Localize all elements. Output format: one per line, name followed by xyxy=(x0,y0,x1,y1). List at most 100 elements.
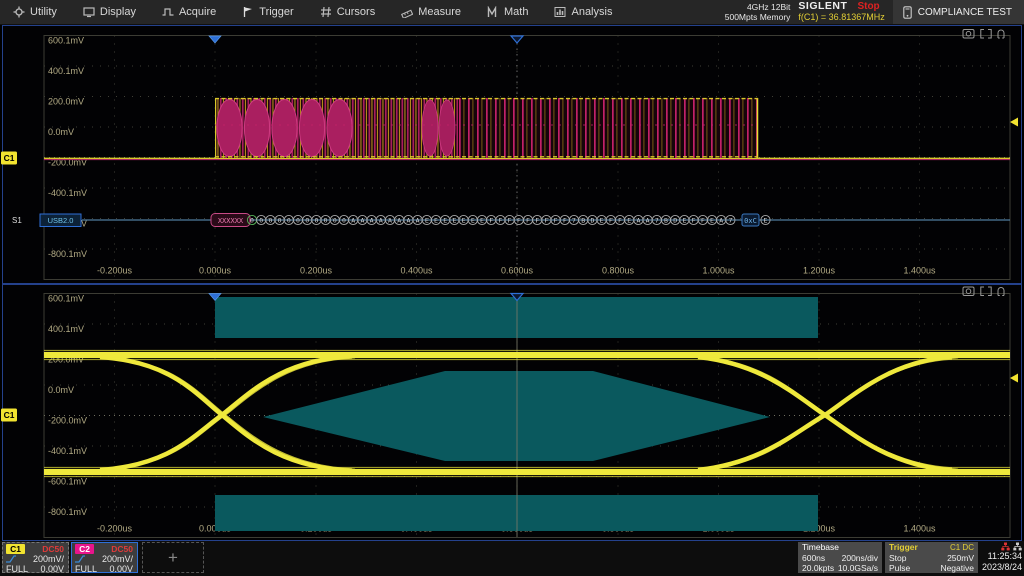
c1-zero-marker[interactable]: C1 xyxy=(1,409,17,422)
waveform-plot: 600.1mV400.1mV200.0mV0.0mV-200.0mV-400.1… xyxy=(0,26,1024,284)
channel-box-c2[interactable]: C2DC50 200mV/ FULL0.00V xyxy=(71,542,138,573)
history-icon[interactable] xyxy=(998,288,1004,296)
c1-badge: C1 xyxy=(6,544,25,554)
run-state[interactable]: Stop xyxy=(857,1,879,12)
decode-start-text: XXXXXX xyxy=(218,217,244,225)
delay-reference-marker[interactable] xyxy=(511,36,523,43)
acquire-icon xyxy=(162,6,174,18)
network-icon-red xyxy=(1001,542,1010,551)
clock-time: 11:25:34 xyxy=(978,551,1022,562)
y-axis-label: 200.0mV xyxy=(48,97,84,107)
x-axis-label: 0.800us xyxy=(602,266,635,276)
decode-char: 7 xyxy=(728,217,732,225)
brand-block: SIGLENT Stop f(C1) = 36.81367MHz xyxy=(798,1,884,23)
trigger-box[interactable]: TriggerC1 DC Stop250mV PulseNegative xyxy=(885,542,978,573)
menu-label: Utility xyxy=(30,6,57,18)
decode-char: 7 xyxy=(655,217,659,225)
y-axis-label: 400.1mV xyxy=(48,324,84,334)
menu-cursors[interactable]: Cursors xyxy=(307,0,389,24)
c2-badge: C2 xyxy=(75,544,94,554)
timebase-points: 20.0kpts xyxy=(802,563,834,573)
trigger-slope: Negative xyxy=(940,563,974,573)
plus-icon: + xyxy=(168,548,178,568)
decode-char: A xyxy=(351,217,355,225)
c2-bandwidth: FULL xyxy=(75,564,97,574)
decode-char: F xyxy=(535,217,539,225)
decode-char: F xyxy=(489,217,493,225)
menu-display[interactable]: Display xyxy=(70,0,149,24)
decode-char: A xyxy=(719,217,723,225)
trigger-level-arrow[interactable] xyxy=(1010,118,1018,127)
menu-math[interactable]: Math xyxy=(474,0,541,24)
menu-measure[interactable]: Measure xyxy=(388,0,474,24)
decode-bus-name: USB2.0 xyxy=(48,216,74,225)
decode-char: F xyxy=(554,217,558,225)
y-axis-label: -800.1mV xyxy=(48,507,87,517)
decode-char: 0 xyxy=(305,217,309,225)
decode-char: 0 xyxy=(314,217,318,225)
decode-char: 0 xyxy=(296,217,300,225)
frequency-counter: f(C1) = 36.81367MHz xyxy=(798,12,884,23)
serial-decode-row: S1 USB2.0 XXXXXX 00000000000AAAAAAAAEEEE… xyxy=(12,214,1010,227)
trigger-flag-icon xyxy=(242,6,254,18)
expand-icon[interactable] xyxy=(981,287,991,296)
menu-analysis[interactable]: Analysis xyxy=(541,0,625,24)
y-axis-label: -200.0mV xyxy=(48,416,87,426)
trigger-type: Pulse xyxy=(889,563,910,573)
trigger-position-marker[interactable] xyxy=(209,36,221,43)
compliance-test-button[interactable]: COMPLIANCE TEST xyxy=(893,0,1024,24)
decode-char: D xyxy=(673,217,677,225)
decode-char: E xyxy=(443,217,447,225)
decode-char: F xyxy=(544,217,548,225)
brand-logo: SIGLENT xyxy=(798,1,847,12)
menu-acquire[interactable]: Acquire xyxy=(149,0,229,24)
y-axis-label: -800.1mV xyxy=(48,249,87,259)
timebase-rate: 10.0GSa/s xyxy=(838,563,878,573)
menu-bar: Utility Display Acquire Trigger Cursors … xyxy=(0,0,1024,25)
add-channel-button[interactable]: + xyxy=(142,542,204,573)
decode-char: A xyxy=(397,217,401,225)
x-axis-label: 1.200us xyxy=(803,266,836,276)
x-axis-label: -0.200us xyxy=(97,524,133,534)
menu-label: Trigger xyxy=(259,6,293,18)
c1-bandwidth: FULL xyxy=(6,564,28,574)
slope-icon xyxy=(6,555,16,563)
decode-char: F xyxy=(498,217,502,225)
camera-icon[interactable] xyxy=(963,30,974,39)
cursors-icon xyxy=(320,6,332,18)
expand-icon[interactable] xyxy=(981,30,991,39)
decode-char: A xyxy=(388,217,392,225)
trigger-mode: Stop xyxy=(889,553,907,563)
decode-char: A xyxy=(646,217,650,225)
decode-char: 0 xyxy=(342,217,346,225)
acquisition-info: 4GHz 12Bit 500Mpts Memory xyxy=(725,2,791,22)
menu-label: Analysis xyxy=(571,6,612,18)
math-icon xyxy=(487,6,499,18)
c1-scale: 200mV/ xyxy=(33,554,64,564)
x-axis-label: 1.400us xyxy=(903,266,936,276)
c2-coupling: DC50 xyxy=(111,544,133,554)
c1-zero-marker[interactable]: C1 xyxy=(1,152,17,165)
keypad-icon xyxy=(903,6,912,19)
menubar-right-cluster: 4GHz 12Bit 500Mpts Memory SIGLENT Stop f… xyxy=(725,0,1024,24)
decode-char: 0 xyxy=(287,217,291,225)
decode-char: E xyxy=(462,217,466,225)
trigger-level-arrow[interactable] xyxy=(1010,374,1018,383)
channel-box-c1[interactable]: C1DC50 200mV/ FULL0.00V xyxy=(2,542,69,573)
decode-char: B xyxy=(581,217,585,225)
eye-diagram-plot: 600.1mV400.1mV200.0mV0.0mV-200.0mV-400.1… xyxy=(0,284,1024,541)
menu-trigger[interactable]: Trigger xyxy=(229,0,306,24)
y-axis-label: 600.1mV xyxy=(48,36,84,46)
x-axis-label: 0.400us xyxy=(400,266,433,276)
compliance-test-label: COMPLIANCE TEST xyxy=(918,7,1012,18)
camera-icon[interactable] xyxy=(963,287,974,296)
decode-char: B xyxy=(664,217,668,225)
history-icon[interactable] xyxy=(998,30,1004,38)
decode-char: F xyxy=(508,217,512,225)
display-icon xyxy=(83,6,95,18)
timebase-box[interactable]: Timebase 600ns200ns/div 20.0kpts10.0GSa/… xyxy=(798,542,882,573)
menu-utility[interactable]: Utility xyxy=(0,0,70,24)
gear-icon xyxy=(13,6,25,18)
y-axis-label: 0.0mV xyxy=(48,385,74,395)
x-axis-label: 1.000us xyxy=(702,266,735,276)
